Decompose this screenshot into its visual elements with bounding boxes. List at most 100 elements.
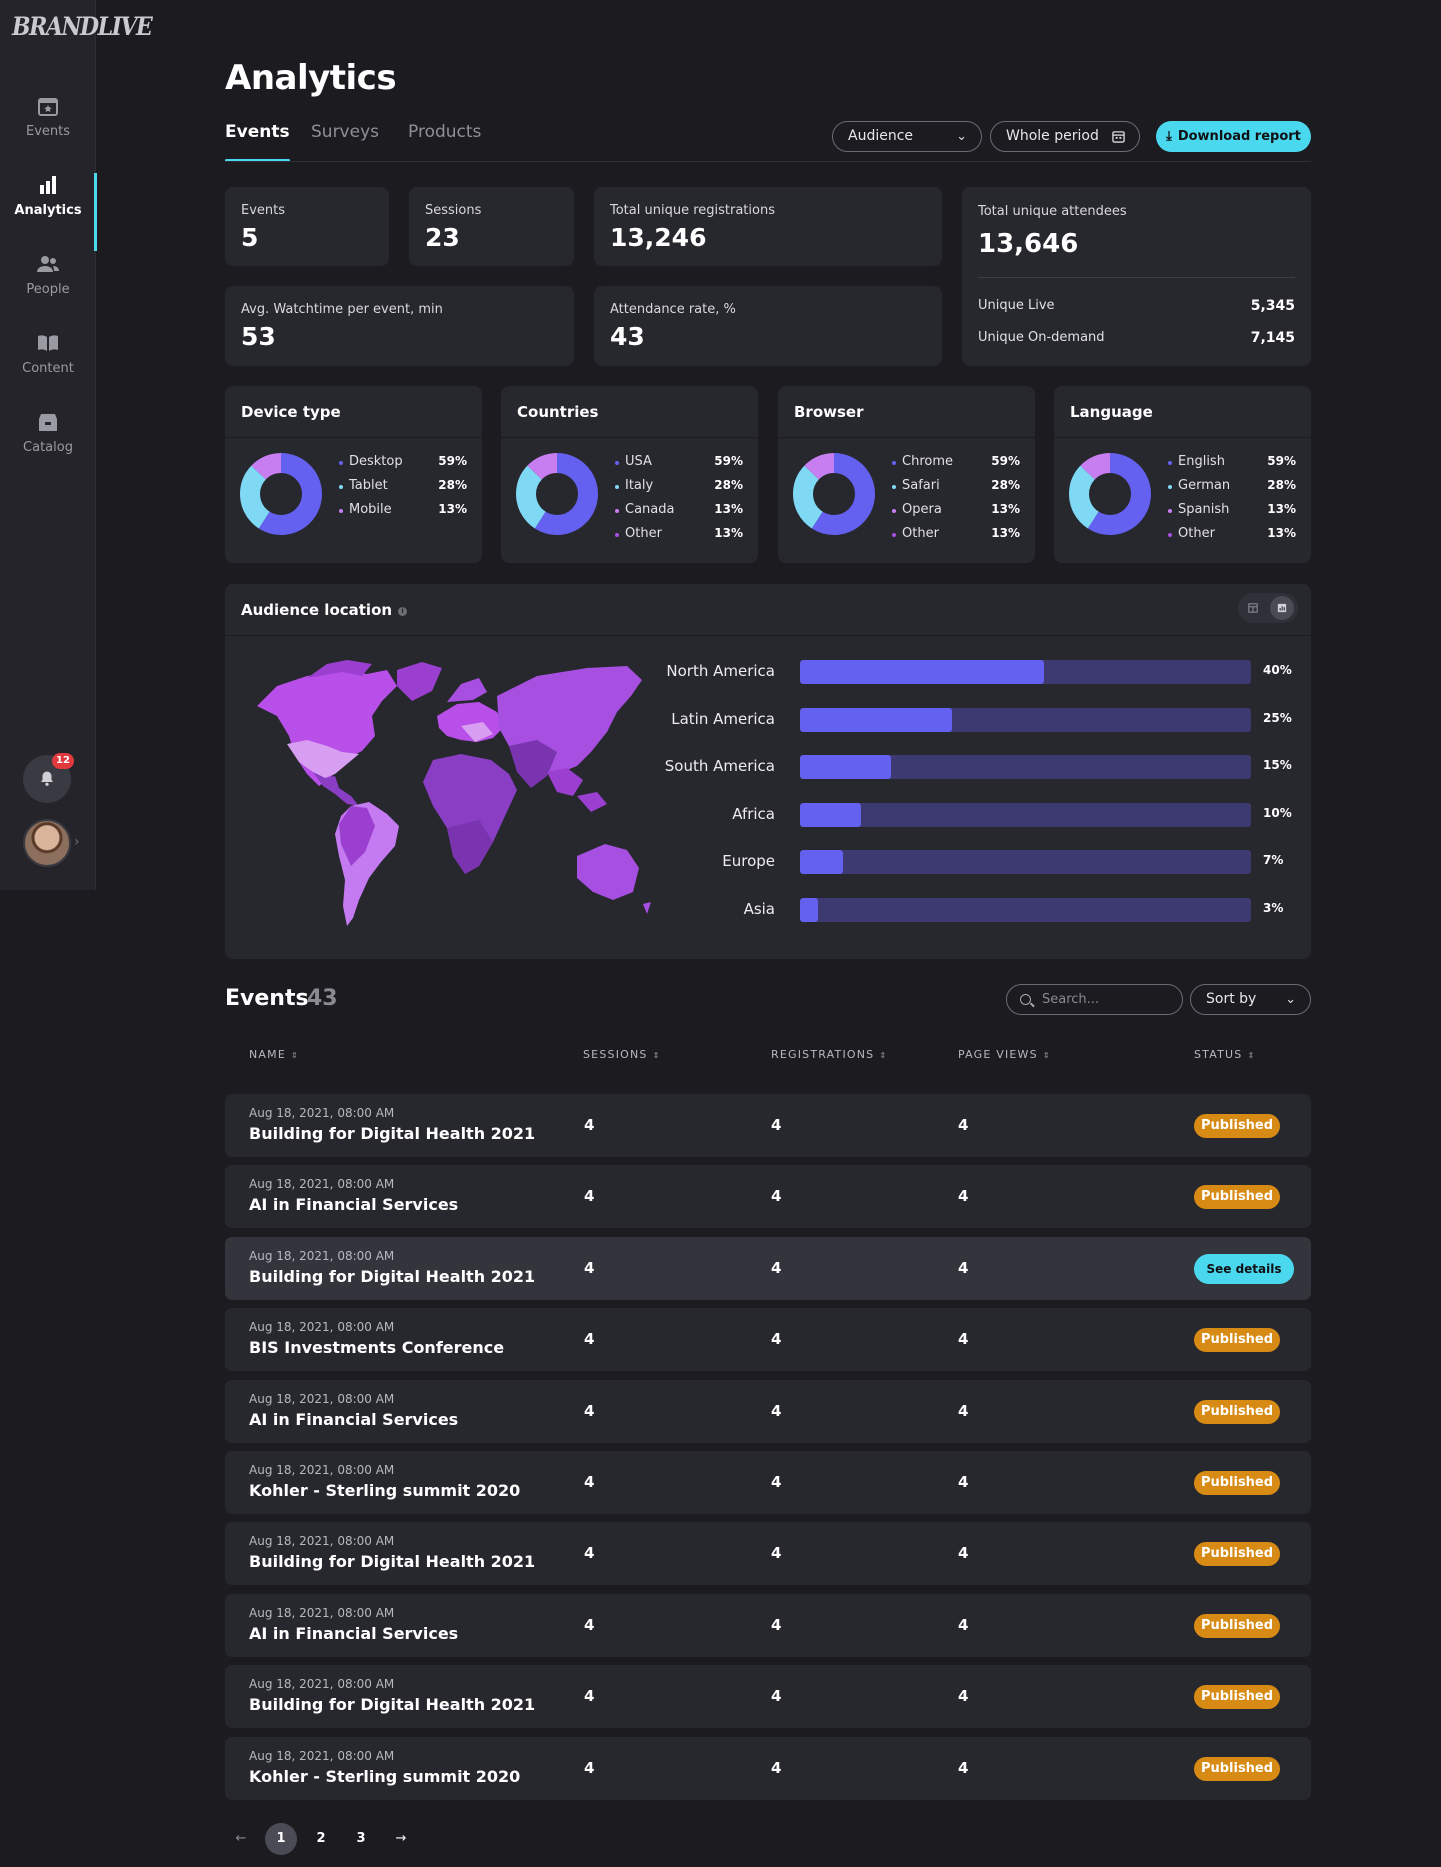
view-toggle[interactable] bbox=[1238, 593, 1298, 623]
legend-label: Spanish bbox=[1178, 502, 1230, 517]
column-header-status[interactable]: STATUS ⇕ bbox=[1194, 1048, 1255, 1061]
legend-dot bbox=[892, 461, 896, 465]
tab-products[interactable]: Products bbox=[408, 122, 481, 142]
table-row[interactable]: Aug 18, 2021, 08:00 AM AI in Financial Se… bbox=[225, 1379, 1311, 1443]
table-view-icon[interactable] bbox=[1241, 596, 1265, 620]
legend-item: Safari 28% bbox=[892, 478, 1020, 502]
column-header-sessions[interactable]: SESSIONS ⇕ bbox=[583, 1048, 661, 1061]
page-views-cell: 4 bbox=[958, 1687, 969, 1706]
pagination-page-3[interactable]: 3 bbox=[345, 1823, 377, 1855]
stat-label: Sessions bbox=[425, 203, 482, 218]
table-row[interactable]: Aug 18, 2021, 08:00 AM BIS Investments Co… bbox=[225, 1308, 1311, 1372]
event-name[interactable]: Building for Digital Health 2021 bbox=[249, 1552, 535, 1571]
table-row[interactable]: Aug 18, 2021, 08:00 AM Kohler - Sterling … bbox=[225, 1451, 1311, 1514]
region-bar-fill bbox=[800, 755, 892, 779]
region-bar-track bbox=[800, 707, 1251, 732]
legend-label: Opera bbox=[902, 502, 942, 517]
notification-count-badge: 12 bbox=[52, 753, 74, 769]
sidebar-item-people[interactable]: People bbox=[0, 252, 96, 322]
event-name[interactable]: Kohler - Sterling summit 2020 bbox=[249, 1767, 520, 1786]
table-row[interactable]: Aug 18, 2021, 08:00 AM Building for Digit… bbox=[225, 1236, 1311, 1300]
event-name[interactable]: AI in Financial Services bbox=[249, 1624, 458, 1643]
legend-percent: 59% bbox=[438, 454, 467, 468]
sidebar-item-events[interactable]: Events bbox=[0, 94, 96, 164]
sort-by-dropdown[interactable]: Sort by ⌄ bbox=[1190, 984, 1311, 1015]
pagination-page-2[interactable]: 2 bbox=[305, 1823, 337, 1855]
tab-events[interactable]: Events bbox=[225, 122, 290, 162]
column-header-page-views[interactable]: PAGE VIEWS ⇕ bbox=[958, 1048, 1051, 1061]
audience-dropdown[interactable]: Audience ⌄ bbox=[832, 121, 982, 152]
status-badge: Published bbox=[1194, 1399, 1280, 1424]
legend-label: Tablet bbox=[349, 478, 388, 493]
status-badge: Published bbox=[1194, 1185, 1280, 1210]
breakdown-title: Language bbox=[1070, 403, 1153, 421]
table-row[interactable]: Aug 18, 2021, 08:00 AM Building for Digit… bbox=[225, 1094, 1311, 1157]
legend-dot bbox=[1168, 533, 1172, 537]
pagination-page-1[interactable]: 1 bbox=[265, 1823, 297, 1855]
chevron-right-icon[interactable]: › bbox=[74, 834, 80, 850]
legend-item: Italy 28% bbox=[615, 478, 743, 502]
bar-chart-icon bbox=[40, 176, 56, 194]
event-date: Aug 18, 2021, 08:00 AM bbox=[249, 1534, 395, 1549]
sidebar: BRANDLIVE Events Analytics People Conten… bbox=[0, 0, 153, 890]
event-date: Aug 18, 2021, 08:00 AM bbox=[249, 1106, 395, 1120]
event-name[interactable]: AI in Financial Services bbox=[249, 1410, 458, 1429]
sidebar-item-catalog[interactable]: Catalog bbox=[0, 410, 96, 480]
status-badge: Published bbox=[1194, 1114, 1280, 1138]
sidebar-item-content[interactable]: Content bbox=[0, 331, 96, 401]
chevron-down-icon: ⌄ bbox=[1285, 992, 1296, 1007]
legend-item: Desktop 59% bbox=[339, 454, 467, 478]
table-row[interactable]: Aug 18, 2021, 08:00 AM Building for Digit… bbox=[225, 1522, 1311, 1586]
period-picker[interactable]: Whole period bbox=[990, 121, 1140, 152]
page-views-cell: 4 bbox=[958, 1401, 969, 1420]
tab-surveys[interactable]: Surveys bbox=[311, 122, 379, 142]
event-name[interactable]: BIS Investments Conference bbox=[249, 1338, 504, 1357]
event-name[interactable]: Building for Digital Health 2021 bbox=[249, 1267, 535, 1286]
legend-dot bbox=[339, 461, 343, 465]
region-percent: 3% bbox=[1263, 900, 1284, 915]
event-name[interactable]: Building for Digital Health 2021 bbox=[249, 1124, 535, 1143]
registrations-cell: 4 bbox=[771, 1758, 782, 1777]
table-row[interactable]: Aug 18, 2021, 08:00 AM Building for Digit… bbox=[225, 1665, 1311, 1729]
legend-dot bbox=[339, 485, 343, 489]
chart-view-icon[interactable] bbox=[1270, 596, 1294, 620]
region-bar-track bbox=[800, 850, 1251, 874]
column-header-name[interactable]: NAME ⇕ bbox=[249, 1048, 299, 1061]
pagination-prev[interactable]: ← bbox=[225, 1823, 257, 1855]
see-details-button[interactable]: See details bbox=[1194, 1253, 1294, 1284]
pagination-next[interactable]: → bbox=[385, 1823, 417, 1855]
legend-label: Other bbox=[1178, 526, 1215, 541]
sessions-cell: 4 bbox=[584, 1473, 595, 1491]
region-percent: 10% bbox=[1263, 805, 1292, 820]
sidebar-item-analytics[interactable]: Analytics bbox=[0, 173, 97, 251]
chevron-down-icon: ⌄ bbox=[956, 129, 967, 144]
legend-item: Canada 13% bbox=[615, 502, 743, 526]
brand-logo[interactable]: BRANDLIVE bbox=[12, 12, 153, 42]
table-row[interactable]: Aug 18, 2021, 08:00 AM AI in Financial Se… bbox=[225, 1165, 1311, 1229]
legend-dot bbox=[615, 485, 619, 489]
user-avatar[interactable] bbox=[23, 819, 71, 867]
search-input[interactable]: Search... bbox=[1006, 984, 1183, 1015]
download-report-button[interactable]: ⤓ Download report bbox=[1156, 121, 1311, 152]
event-date: Aug 18, 2021, 08:00 AM bbox=[249, 1177, 395, 1192]
table-row[interactable]: Aug 18, 2021, 08:00 AM Kohler - Sterling … bbox=[225, 1736, 1311, 1800]
table-row[interactable]: Aug 18, 2021, 08:00 AM AI in Financial Se… bbox=[225, 1593, 1311, 1657]
legend-dot bbox=[1168, 461, 1172, 465]
info-icon[interactable]: i bbox=[398, 607, 408, 616]
region-bar-row: Europe 7% bbox=[665, 850, 1295, 874]
legend-dot bbox=[892, 533, 896, 537]
sessions-cell: 4 bbox=[584, 1758, 595, 1777]
legend-percent: 13% bbox=[714, 526, 743, 540]
legend-dot bbox=[615, 533, 619, 537]
legend-percent: 28% bbox=[1267, 478, 1296, 492]
sessions-cell: 4 bbox=[584, 1687, 595, 1706]
legend-percent: 59% bbox=[714, 454, 743, 468]
event-name[interactable]: Kohler - Sterling summit 2020 bbox=[249, 1481, 520, 1500]
event-name[interactable]: Building for Digital Health 2021 bbox=[249, 1695, 535, 1714]
region-bar-track bbox=[800, 802, 1251, 827]
stat-value: 13,646 bbox=[978, 229, 1079, 259]
sessions-cell: 4 bbox=[584, 1401, 595, 1420]
event-name[interactable]: AI in Financial Services bbox=[249, 1195, 458, 1214]
column-header-registrations[interactable]: REGISTRATIONS ⇕ bbox=[771, 1048, 887, 1061]
catalog-icon bbox=[39, 414, 57, 431]
